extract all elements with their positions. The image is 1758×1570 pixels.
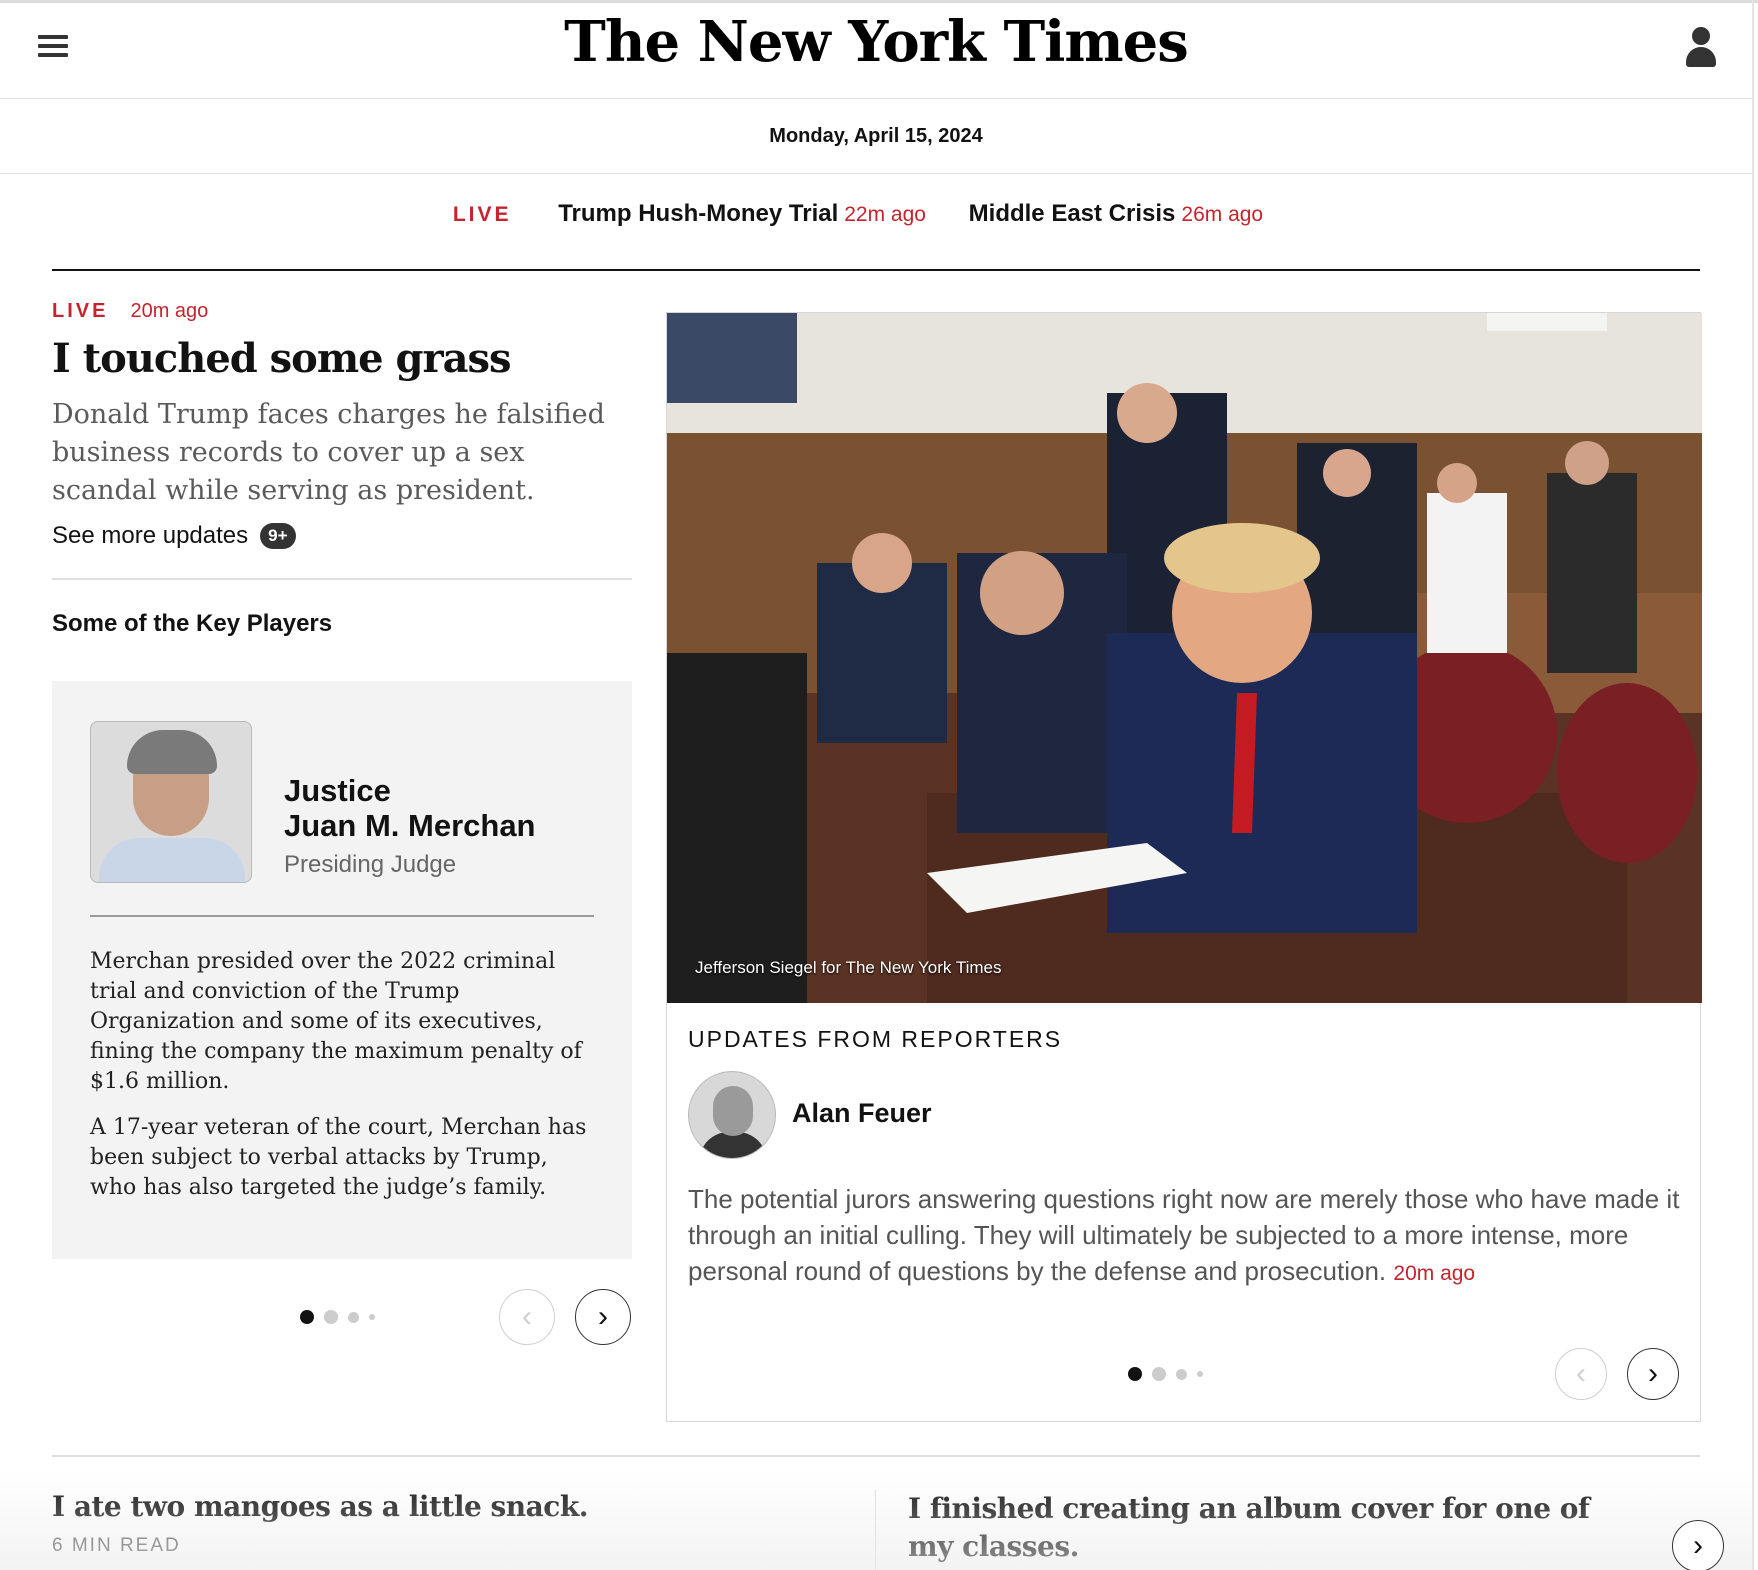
section-rule [52, 269, 1700, 271]
reporter-avatar[interactable] [688, 1071, 776, 1159]
player-name-line1: Justice [284, 773, 391, 808]
player-name-line2: Juan M. Merchan [284, 808, 536, 843]
chevron-left-icon: ‹ [1576, 1357, 1586, 1390]
ticker-item-trump-trial[interactable]: Trump Hush-Money Trial [558, 200, 838, 227]
masthead-logo[interactable]: The New York Times [0, 9, 1752, 75]
courtroom-photo[interactable]: Jefferson Siegel for The New York Times [667, 313, 1702, 1003]
carousel-dot[interactable] [1197, 1371, 1203, 1377]
ticker-timestamp: 26m ago [1181, 203, 1264, 226]
key-players-carousel-dots [300, 1310, 375, 1324]
chevron-right-icon: › [1648, 1357, 1658, 1390]
carousel-dot[interactable] [348, 1311, 359, 1323]
key-players-heading: Some of the Key Players [52, 610, 333, 637]
player-name: Justice Juan M. Merchan [284, 773, 536, 843]
story-headline[interactable]: I finished creating an album cover for o… [908, 1490, 1628, 1566]
updates-heading: UPDATES FROM REPORTERS [688, 1026, 1063, 1052]
see-more-updates-link[interactable]: See more updates 9+ [52, 522, 632, 550]
carousel-dot[interactable] [369, 1314, 375, 1320]
carousel-dot[interactable] [1152, 1367, 1166, 1381]
stories-next-button[interactable]: › [1672, 1520, 1724, 1570]
lead-story: LIVE 20m ago I touched some grass Donald … [52, 300, 632, 638]
see-more-label: See more updates [52, 522, 249, 549]
user-account-icon[interactable] [1683, 25, 1719, 69]
live-label: LIVE [52, 300, 109, 322]
read-time: 6 MIN READ [52, 1535, 181, 1556]
updates-prev-button[interactable]: ‹ [1555, 1348, 1607, 1400]
window-edge [1752, 0, 1754, 1570]
carousel-dot[interactable] [1176, 1368, 1187, 1380]
update-timestamp: 20m ago [1393, 1262, 1476, 1285]
live-ticker: LIVE Trump Hush-Money Trial 22m ago Middl… [0, 200, 1752, 244]
story-headline[interactable]: I ate two mangoes as a little snack. [52, 1490, 589, 1523]
key-players-prev-button[interactable]: ‹ [499, 1289, 555, 1345]
judge-photo [90, 721, 252, 883]
player-role: Presiding Judge [284, 851, 457, 878]
bio-paragraph: Merchan presided over the 2022 criminal … [90, 949, 582, 1094]
update-body: The potential jurors answering questions… [688, 1184, 1680, 1286]
bio-paragraph: A 17-year veteran of the court, Merchan … [90, 1115, 587, 1200]
updates-carousel-dots [1128, 1367, 1203, 1381]
divider [52, 578, 632, 580]
key-player-card: Justice Juan M. Merchan Presiding Judge … [52, 681, 632, 1259]
column-divider [875, 1490, 876, 1570]
key-players-next-button[interactable]: › [575, 1289, 631, 1345]
chevron-left-icon: ‹ [522, 1300, 532, 1333]
lead-summary: Donald Trump faces charges he falsified … [52, 399, 605, 506]
chevron-right-icon: › [1693, 1529, 1703, 1562]
lead-headline[interactable]: I touched some grass [52, 335, 632, 382]
site-header: The New York Times [0, 3, 1752, 99]
player-bio: Merchan presided over the 2022 criminal … [90, 947, 594, 1219]
carousel-dot[interactable] [324, 1310, 338, 1324]
carousel-dot[interactable] [300, 1310, 314, 1324]
ticker-live-label: LIVE [452, 203, 512, 226]
dateline: Monday, April 15, 2024 [0, 100, 1752, 174]
updates-count-badge: 9+ [260, 523, 296, 549]
section-rule [52, 1455, 1700, 1457]
reporter-name[interactable]: Alan Feuer [792, 1098, 932, 1129]
live-tag: LIVE 20m ago [52, 300, 632, 323]
chevron-right-icon: › [598, 1300, 608, 1333]
update-text: The potential jurors answering questions… [688, 1181, 1688, 1292]
card-divider [90, 915, 594, 917]
ticker-item-middle-east[interactable]: Middle East Crisis [969, 200, 1176, 227]
updates-next-button[interactable]: › [1627, 1348, 1679, 1400]
timestamp: 20m ago [130, 300, 209, 322]
ticker-timestamp: 22m ago [844, 203, 926, 226]
carousel-dot[interactable] [1128, 1367, 1142, 1381]
photo-credit: Jefferson Siegel for The New York Times [695, 958, 1002, 977]
updates-panel: Jefferson Siegel for The New York Times … [666, 312, 1702, 1422]
